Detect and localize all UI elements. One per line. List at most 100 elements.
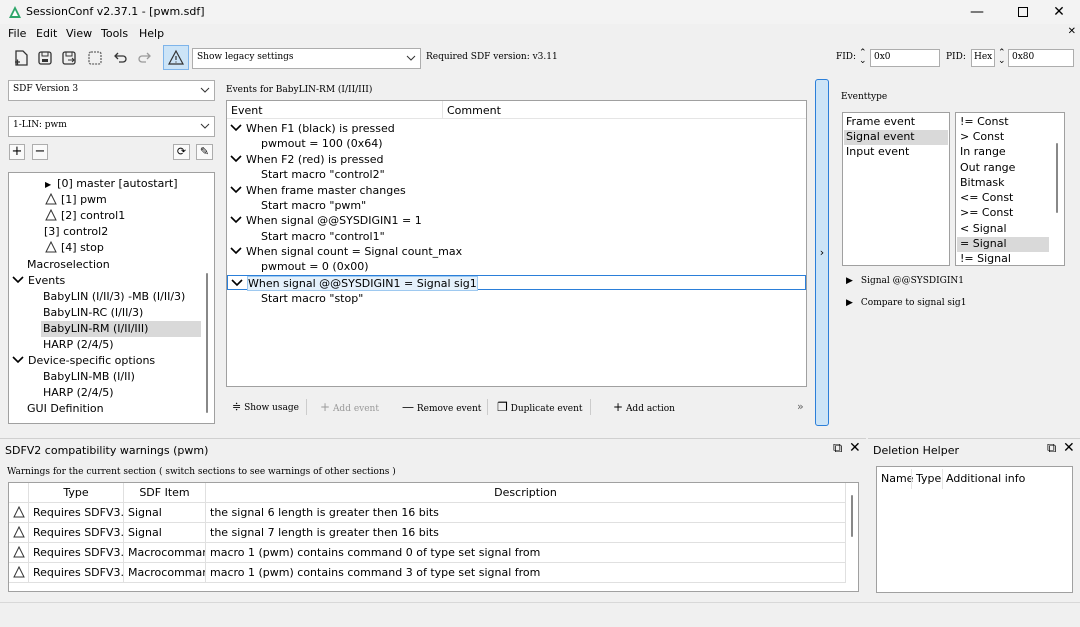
tree-item-control1[interactable]: [2] control1 — [45, 208, 125, 224]
operator-item[interactable]: != Signal — [957, 252, 1049, 265]
operator-item[interactable]: <= Const — [957, 191, 1049, 206]
menu-file[interactable]: File — [8, 27, 26, 40]
tree-item-babylin-mb2[interactable]: BabyLIN-MB (I/II) — [43, 369, 135, 385]
pid-spin-icon[interactable]: ⌃ ⌄ — [998, 49, 1006, 66]
event-row-selected[interactable]: When signal @@SYSDIGIN1 = Signal sig1 — [227, 275, 806, 291]
warning-description-cell[interactable]: macro 1 (pwm) contains command 0 of type… — [206, 543, 846, 563]
event-row[interactable]: When frame master changes — [229, 183, 406, 198]
collapse-chevron-icon[interactable] — [229, 215, 243, 225]
fid-input[interactable]: 0x0 — [870, 49, 940, 67]
collapse-chevron-icon[interactable] — [229, 185, 243, 195]
pid-input[interactable]: 0x80 — [1008, 49, 1074, 67]
close-dock-icon[interactable]: ✕ — [1063, 440, 1075, 456]
collapse-chevron-icon[interactable] — [229, 246, 243, 256]
warning-item-cell[interactable]: Macrocommand — [124, 543, 206, 563]
tree-item-babylin-rm[interactable]: BabyLIN-RM (I/II/III) — [41, 321, 201, 337]
eventtype-frame[interactable]: Frame event — [844, 115, 948, 130]
warning-item-cell[interactable]: Signal — [124, 503, 206, 523]
menu-tools[interactable]: Tools — [101, 27, 128, 40]
event-row[interactable]: When signal count = Signal count_max — [229, 244, 462, 259]
tree-scrollbar[interactable] — [206, 273, 208, 413]
warning-type-cell[interactable]: Requires SDFV3. 0 — [29, 523, 124, 543]
menu-view[interactable]: View — [66, 27, 92, 40]
open-icon[interactable] — [34, 47, 56, 69]
event-row[interactable]: When F1 (black) is pressed — [229, 121, 395, 136]
duplicate-event-button[interactable]: ❐ Duplicate event — [497, 399, 583, 415]
event-row[interactable]: When F2 (red) is pressed — [229, 152, 384, 167]
close-dock-icon[interactable]: ✕ — [849, 440, 861, 456]
tree-item-master[interactable]: ▶ [0] master [autostart] — [45, 176, 177, 192]
warning-type-cell[interactable]: Requires SDFV3. 0 — [29, 543, 124, 563]
col-description-header[interactable]: Description — [206, 483, 846, 503]
expand-arrow-icon[interactable]: ▶ — [45, 180, 51, 189]
legacy-settings-select[interactable]: Show legacy settings — [192, 48, 421, 69]
tree-item-gui-definition[interactable]: GUI Definition — [27, 401, 104, 417]
refresh-icon[interactable]: ⟳ — [173, 144, 190, 160]
tree-item-stop[interactable]: [4] stop — [45, 240, 104, 256]
tree-item-pwm[interactable]: [1] pwm — [45, 192, 107, 208]
tree-item-macroselection[interactable]: Macroselection — [27, 257, 110, 273]
close-document-icon[interactable]: ✕ — [1068, 26, 1076, 37]
operator-item[interactable]: >= Const — [957, 206, 1049, 221]
menu-edit[interactable]: Edit — [36, 27, 57, 40]
save-icon[interactable] — [58, 47, 80, 69]
operator-item[interactable]: Bitmask — [957, 176, 1049, 191]
new-file-icon[interactable] — [10, 47, 32, 69]
warning-description-cell[interactable]: the signal 7 length is greater then 16 b… — [206, 523, 846, 543]
collapse-chevron-icon[interactable] — [11, 275, 25, 285]
operator-scrollbar[interactable] — [1056, 143, 1058, 213]
add-event-button[interactable]: + Add event — [320, 399, 379, 415]
col-comment-header[interactable]: Comment — [447, 104, 501, 117]
operator-item[interactable]: Out range — [957, 161, 1049, 176]
tree-item-control2[interactable]: [3] control2 — [44, 224, 108, 240]
close-button[interactable]: ✕ — [1036, 0, 1080, 24]
tree-item-harp[interactable]: HARP (2/4/5) — [43, 337, 114, 353]
save-as-icon[interactable] — [84, 47, 106, 69]
remove-event-button[interactable]: — Remove event — [402, 399, 481, 415]
action-row[interactable]: Start macro "control1" — [261, 229, 385, 244]
action-row[interactable]: Start macro "control2" — [261, 167, 385, 182]
collapse-chevron-icon[interactable] — [229, 154, 243, 164]
detail-compare-row[interactable]: ▶ Compare to signal sig1 — [846, 298, 966, 308]
remove-item-button[interactable]: − — [32, 144, 48, 160]
eventtype-input[interactable]: Input event — [844, 145, 948, 160]
col-sdf-item-header[interactable]: SDF Item — [124, 483, 206, 503]
float-dock-icon[interactable]: ⧉ — [833, 441, 842, 456]
expand-arrow-icon[interactable]: ▶ — [846, 298, 853, 308]
col-type-header[interactable]: Type — [916, 472, 941, 485]
expand-arrow-icon[interactable]: ▶ — [846, 276, 853, 286]
action-row[interactable]: pwmout = 100 (0x64) — [261, 136, 383, 151]
col-name-header[interactable]: Name — [881, 472, 913, 485]
float-dock-icon[interactable]: ⧉ — [1047, 441, 1056, 456]
collapse-panel-button[interactable]: › — [815, 79, 829, 426]
add-action-button[interactable]: + Add action — [613, 399, 675, 415]
tree-item-events[interactable]: Events — [11, 273, 65, 289]
collapse-chevron-icon[interactable] — [11, 355, 25, 365]
col-event-header[interactable]: Event — [231, 104, 263, 117]
col-type-header[interactable]: Type — [29, 483, 124, 503]
action-row[interactable]: pwmout = 0 (0x00) — [261, 259, 369, 274]
warning-type-cell[interactable]: Requires SDFV3. 0 — [29, 503, 124, 523]
sdf-version-select[interactable]: SDF Version 3 — [8, 80, 215, 101]
minimize-button[interactable]: — — [954, 0, 1000, 24]
event-row[interactable]: When signal @@SYSDIGIN1 = 1 — [229, 213, 422, 228]
warning-description-cell[interactable]: macro 1 (pwm) contains command 3 of type… — [206, 563, 846, 583]
operator-item-selected[interactable]: = Signal — [957, 237, 1049, 252]
operator-item[interactable]: != Const — [957, 115, 1049, 130]
tree-item-babylin-rc[interactable]: BabyLIN-RC (I/II/3) — [43, 305, 143, 321]
more-chevron-icon[interactable]: » — [797, 399, 804, 415]
warning-type-cell[interactable]: Requires SDFV3. 0 — [29, 563, 124, 583]
eventtype-signal[interactable]: Signal event — [844, 130, 948, 145]
tree-item-babylin-mb[interactable]: BabyLIN (I/II/3) -MB (I/II/3) — [43, 289, 185, 305]
show-usage-button[interactable]: ≑ Show usage — [232, 399, 299, 415]
detail-signal-row[interactable]: ▶ Signal @@SYSDIGIN1 — [846, 276, 964, 286]
tree-item-device-options[interactable]: Device-specific options — [11, 353, 155, 369]
edit-pencil-icon[interactable]: ✎ — [196, 144, 213, 160]
action-row[interactable]: Start macro "stop" — [261, 291, 363, 306]
action-row[interactable]: Start macro "pwm" — [261, 198, 366, 213]
warning-item-cell[interactable]: Signal — [124, 523, 206, 543]
pid-format-select[interactable]: Hex — [971, 49, 995, 67]
operator-item[interactable]: In range — [957, 145, 1049, 160]
warning-description-cell[interactable]: the signal 6 length is greater then 16 b… — [206, 503, 846, 523]
col-additional-info-header[interactable]: Additional info — [946, 472, 1025, 485]
